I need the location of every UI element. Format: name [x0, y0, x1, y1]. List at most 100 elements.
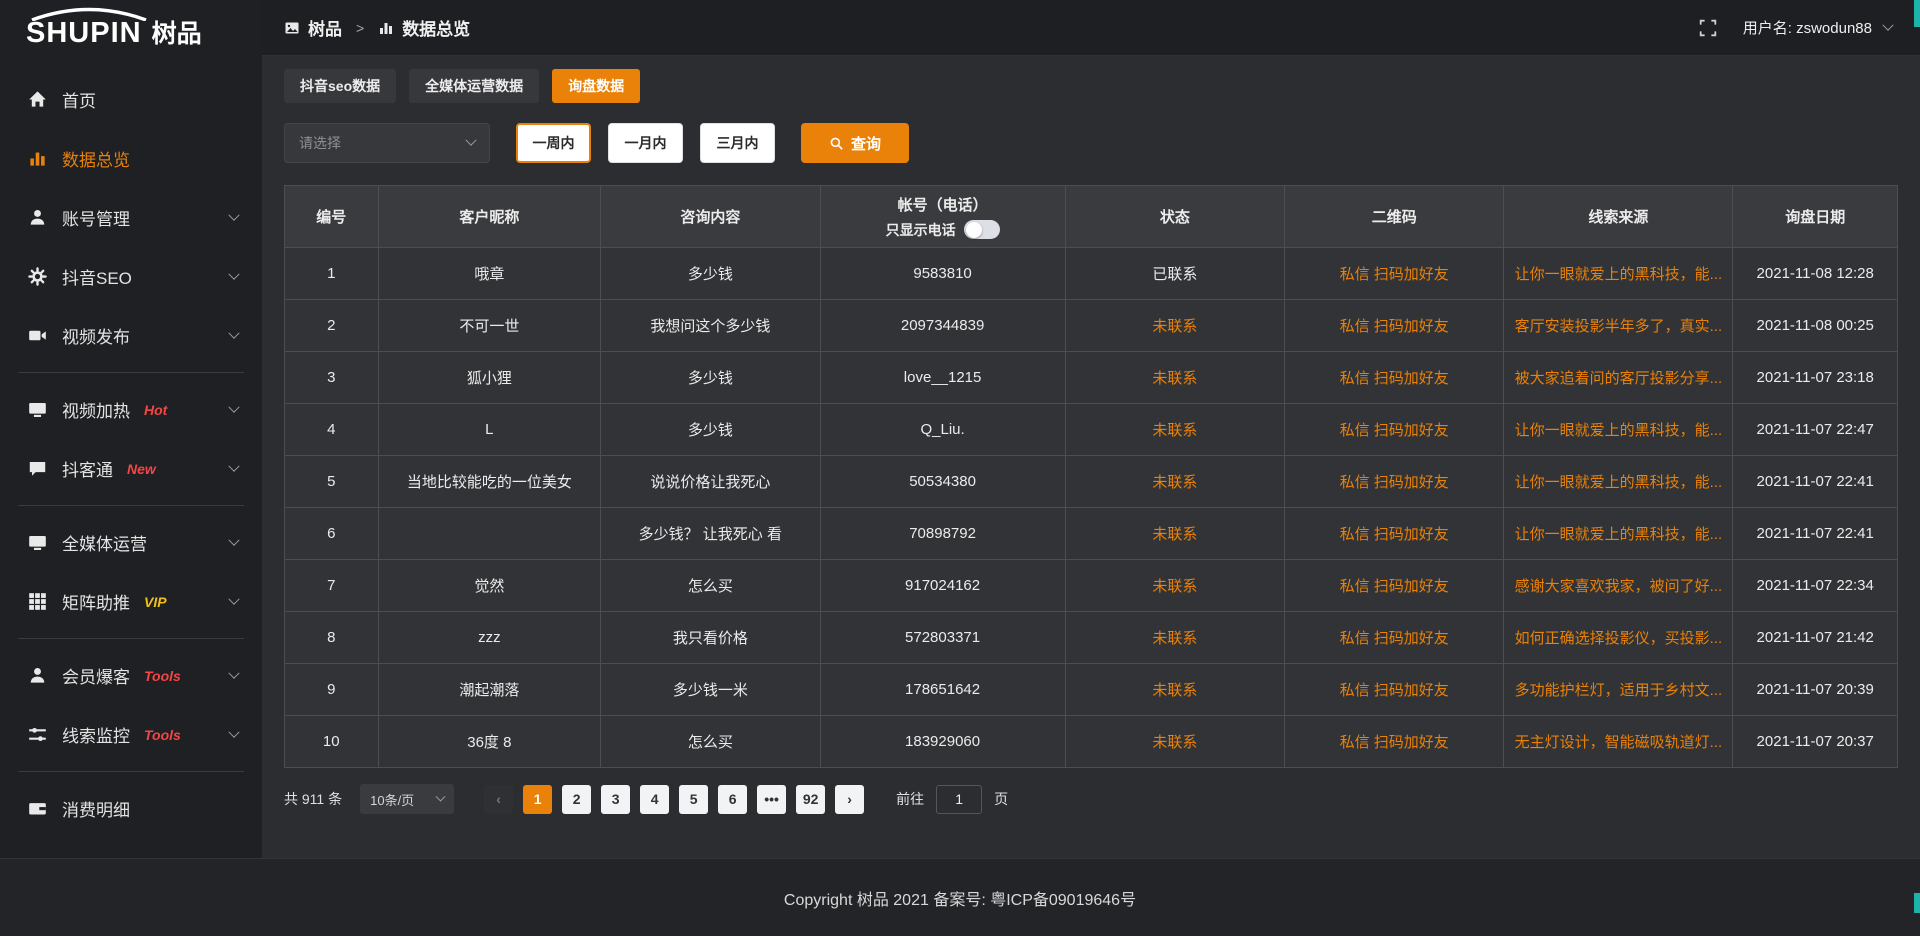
chevron-down-icon — [465, 135, 476, 146]
user-icon — [28, 208, 47, 227]
col-qrcode: 二维码 — [1285, 186, 1504, 248]
chevron-down-icon — [228, 460, 239, 471]
cell-account: 50534380 — [820, 456, 1065, 508]
cell-status: 已联系 — [1065, 248, 1284, 300]
cell-content: 多少钱 — [601, 248, 820, 300]
account-select[interactable]: 请选择 — [284, 123, 490, 163]
chevron-down-icon — [228, 593, 239, 604]
page-footer: Copyright 树品 2021 备案号: 粤ICP备09019646号 — [0, 858, 1920, 936]
grid-icon — [28, 592, 47, 611]
cell-source[interactable]: 让你一眼就爱上的黑科技，能... — [1504, 248, 1733, 300]
cell-source[interactable]: 多功能护栏灯，适用于乡村文... — [1504, 664, 1733, 716]
logo-text-cn: 树品 — [152, 6, 202, 50]
sidebar-menu: 首页数据总览账号管理抖音SEO视频发布视频加热Hot抖客通New 全媒体运营矩阵助… — [0, 56, 262, 897]
page-unit-label: 页 — [994, 789, 1008, 809]
cell-source[interactable]: 让你一眼就爱上的黑科技，能... — [1504, 508, 1733, 560]
scrollbar-thumb-top[interactable] — [1914, 0, 1920, 27]
logo-arc-icon — [28, 7, 150, 21]
cell-account: 178651642 — [820, 664, 1065, 716]
tab-inquiry[interactable]: 询盘数据 — [552, 69, 640, 103]
fullscreen-icon[interactable] — [1699, 19, 1717, 37]
cell-content: 多少钱一米 — [601, 664, 820, 716]
inquiry-table: 编号 客户昵称 咨询内容 帐号（电话） 只显示电话 — [284, 185, 1898, 768]
range-quarter-button[interactable]: 三月内 — [700, 123, 775, 163]
cell-qrcode[interactable]: 私信 扫码加好友 — [1285, 612, 1504, 664]
scrollbar-thumb-bottom[interactable] — [1914, 893, 1920, 913]
status-badge: Hot — [144, 402, 167, 418]
page-button[interactable]: 2 — [562, 785, 591, 814]
cell-qrcode[interactable]: 私信 扫码加好友 — [1285, 404, 1504, 456]
col-id: 编号 — [285, 186, 379, 248]
cell-content: 怎么买 — [601, 560, 820, 612]
sidebar-item[interactable]: 会员爆客Tools — [0, 646, 262, 705]
cell-qrcode[interactable]: 私信 扫码加好友 — [1285, 248, 1504, 300]
cell-source[interactable]: 客厅安装投影半年多了，真实... — [1504, 300, 1733, 352]
cell-date: 2021-11-07 20:39 — [1733, 664, 1898, 716]
table-row: 9潮起潮落多少钱一米178651642未联系私信 扫码加好友多功能护栏灯，适用于… — [285, 664, 1898, 716]
sidebar-item[interactable]: 全媒体运营 — [0, 513, 262, 572]
sidebar-divider — [18, 771, 244, 772]
cell-qrcode[interactable]: 私信 扫码加好友 — [1285, 352, 1504, 404]
phone-only-toggle[interactable] — [964, 220, 1000, 239]
prev-page-button[interactable]: ‹ — [484, 785, 513, 814]
cell-nickname: zzz — [378, 612, 601, 664]
tab-media-ops[interactable]: 全媒体运营数据 — [409, 69, 539, 103]
cell-source[interactable]: 被大家追着问的客厅投影分享... — [1504, 352, 1733, 404]
user-menu[interactable]: 用户名: zswodun88 — [1743, 17, 1892, 38]
cell-status: 未联系 — [1065, 300, 1284, 352]
cell-status: 未联系 — [1065, 560, 1284, 612]
cell-source[interactable]: 让你一眼就爱上的黑科技，能... — [1504, 456, 1733, 508]
goto-page-input[interactable] — [936, 785, 982, 814]
page-button[interactable]: 6 — [718, 785, 747, 814]
table-row: 8zzz我只看价格572803371未联系私信 扫码加好友如何正确选择投影仪，买… — [285, 612, 1898, 664]
pagination: 共 911 条 10条/页 ‹ 123456•••92 › 前往 页 — [284, 784, 1898, 814]
search-button[interactable]: 查询 — [801, 123, 909, 163]
cell-content: 多少钱？ 让我死心 看 — [601, 508, 820, 560]
range-month-button[interactable]: 一月内 — [608, 123, 683, 163]
page-button[interactable]: 5 — [679, 785, 708, 814]
sidebar-item[interactable]: 视频发布 — [0, 306, 262, 365]
cell-source[interactable]: 如何正确选择投影仪，买投影... — [1504, 612, 1733, 664]
page-size-select[interactable]: 10条/页 — [360, 784, 454, 814]
cell-source[interactable]: 无主灯设计，智能磁吸轨道灯... — [1504, 716, 1733, 768]
sidebar-item-label: 会员爆客 — [62, 663, 130, 688]
sidebar-item[interactable]: 消费明细 — [0, 779, 262, 838]
tab-douyin-seo[interactable]: 抖音seo数据 — [284, 69, 396, 103]
sidebar-item[interactable]: 首页 — [0, 70, 262, 129]
next-page-button[interactable]: › — [835, 785, 864, 814]
page-button[interactable]: 1 — [523, 785, 552, 814]
chat-icon — [28, 459, 47, 478]
sidebar-item[interactable]: 账号管理 — [0, 188, 262, 247]
cell-source[interactable]: 让你一眼就爱上的黑科技，能... — [1504, 404, 1733, 456]
date-range-group: 一周内 一月内 三月内 — [516, 123, 775, 163]
cell-id: 1 — [285, 248, 379, 300]
range-week-button[interactable]: 一周内 — [516, 123, 591, 163]
cell-account: Q_Liu. — [820, 404, 1065, 456]
chevron-down-icon — [228, 401, 239, 412]
page-button[interactable]: 4 — [640, 785, 669, 814]
bar-chart-icon — [378, 20, 394, 36]
page-button[interactable]: 92 — [796, 785, 825, 814]
cell-qrcode[interactable]: 私信 扫码加好友 — [1285, 456, 1504, 508]
page-button[interactable]: 3 — [601, 785, 630, 814]
cell-qrcode[interactable]: 私信 扫码加好友 — [1285, 300, 1504, 352]
cell-id: 2 — [285, 300, 379, 352]
cell-date: 2021-11-07 22:41 — [1733, 508, 1898, 560]
sidebar-item[interactable]: 视频加热Hot — [0, 380, 262, 439]
cell-source[interactable]: 感谢大家喜欢我家，被问了好... — [1504, 560, 1733, 612]
sidebar-item[interactable]: 抖音SEO — [0, 247, 262, 306]
more-pages-button[interactable]: ••• — [757, 785, 786, 814]
sidebar-item[interactable]: 矩阵助推VIP — [0, 572, 262, 631]
sidebar-item[interactable]: 数据总览 — [0, 129, 262, 188]
sidebar-item[interactable]: 线索监控Tools — [0, 705, 262, 764]
cell-qrcode[interactable]: 私信 扫码加好友 — [1285, 560, 1504, 612]
chevron-down-icon — [228, 534, 239, 545]
cell-qrcode[interactable]: 私信 扫码加好友 — [1285, 508, 1504, 560]
cell-qrcode[interactable]: 私信 扫码加好友 — [1285, 664, 1504, 716]
goto-label: 前往 — [896, 789, 924, 809]
cell-qrcode[interactable]: 私信 扫码加好友 — [1285, 716, 1504, 768]
sidebar-item[interactable]: 抖客通New — [0, 439, 262, 498]
cell-id: 4 — [285, 404, 379, 456]
breadcrumb-root[interactable]: 树品 — [308, 15, 342, 40]
table-row: 2不可一世我想问这个多少钱2097344839未联系私信 扫码加好友客厅安装投影… — [285, 300, 1898, 352]
